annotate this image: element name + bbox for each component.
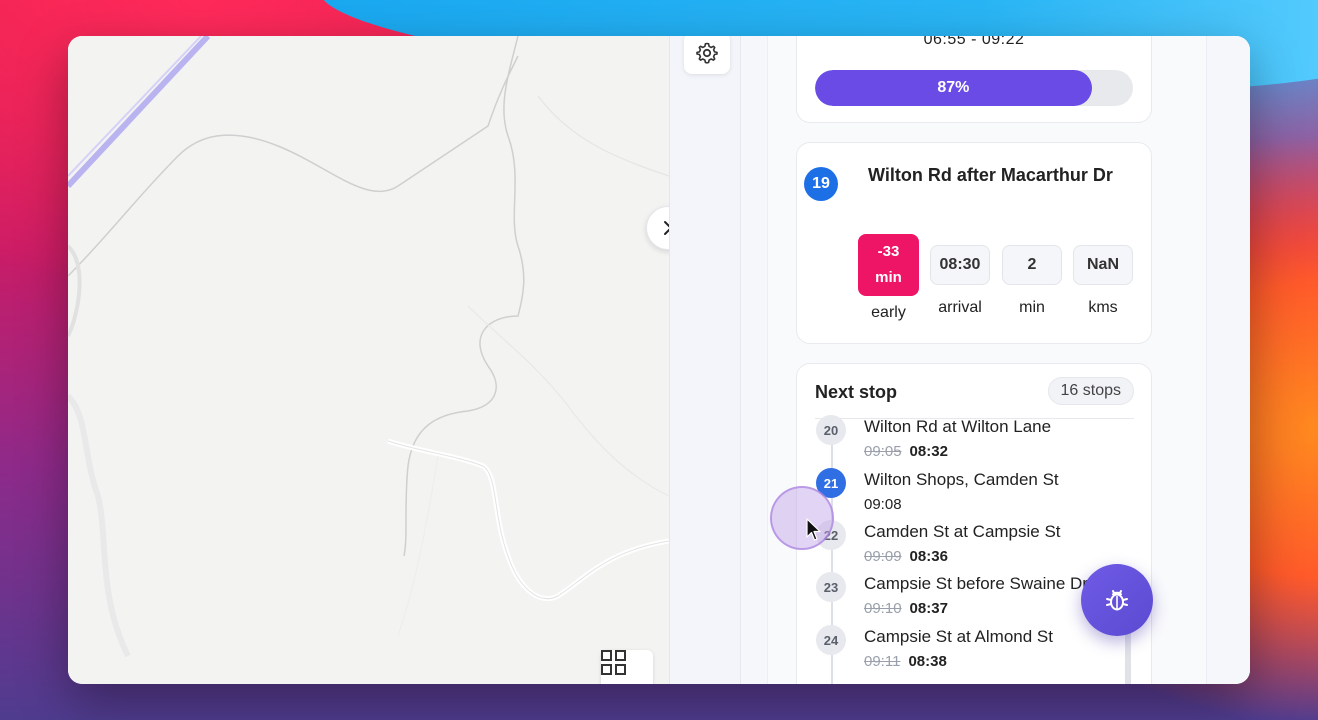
stat-arrival-label: arrival xyxy=(938,299,982,316)
tool-rail xyxy=(669,36,741,684)
stat-minutes: 2 min xyxy=(1002,245,1062,317)
stop-name: Campsie St before Swaine Dr xyxy=(864,574,1088,593)
side-panel: 06:55 - 09:22 87% 19 Wilton Rd after Mac… xyxy=(741,36,1250,684)
trip-progress-fill: 87% xyxy=(815,70,1092,106)
estimated-time: 08:32 xyxy=(909,443,948,460)
stat-early-unit: min xyxy=(875,269,902,286)
map-view[interactable] xyxy=(68,36,669,684)
current-stop-number: 19 xyxy=(804,167,838,201)
stop-times: 09:09 08:36 xyxy=(864,548,948,565)
current-stop-name: Wilton Rd after Macarthur Dr xyxy=(868,165,1113,185)
stat-minutes-value: 2 xyxy=(1002,245,1062,285)
list-item[interactable]: 24 Campsie St at Almond St 09:11 08:38 xyxy=(797,623,1137,675)
scheduled-time: 09:09 xyxy=(864,548,902,565)
scheduled-time: 09:05 xyxy=(864,443,902,460)
scheduled-time: 09:10 xyxy=(864,600,902,617)
stop-name: Campsie St at Almond St xyxy=(864,627,1053,646)
stop-times: 09:05 08:32 xyxy=(864,443,948,460)
scheduled-time: 09:11 xyxy=(864,653,901,670)
stop-name: Camden St at Campsie St xyxy=(864,522,1061,541)
stop-number: 24 xyxy=(816,625,846,655)
stat-arrival: 08:30 arrival xyxy=(930,245,990,317)
list-item[interactable]: 20 Wilton Rd at Wilton Lane 09:05 08:32 xyxy=(797,413,1137,465)
estimated-time: 08:36 xyxy=(909,548,948,565)
map-roads xyxy=(68,36,669,658)
next-stop-card[interactable]: Next stop 16 stops 20 Wilton Rd at Wilto… xyxy=(796,363,1152,684)
stop-number: 23 xyxy=(816,572,846,602)
grid-icon xyxy=(601,650,626,675)
bug-icon xyxy=(1106,590,1128,611)
stop-name: Wilton Shops, Camden St xyxy=(864,470,1059,489)
stat-distance-value: NaN xyxy=(1073,245,1133,285)
trip-time-range: 06:55 - 09:22 xyxy=(923,36,1025,48)
scheduled-time: 09:08 xyxy=(864,496,902,513)
click-indicator xyxy=(770,486,834,550)
gear-icon xyxy=(696,42,718,64)
trip-progress-card: 06:55 - 09:22 87% xyxy=(796,36,1152,123)
stop-times: 09:08 xyxy=(864,496,902,513)
trip-progress-bar: 87% xyxy=(815,70,1133,106)
list-item[interactable]: 21 Wilton Shops, Camden St 09:08 xyxy=(797,466,1137,518)
stat-minutes-label: min xyxy=(1019,299,1045,316)
list-item[interactable]: 22 Camden St at Campsie St 09:09 08:36 xyxy=(797,518,1137,570)
stat-early-number: -33 xyxy=(877,243,900,260)
stat-arrival-value: 08:30 xyxy=(930,245,990,285)
stat-early: -33 min early xyxy=(858,234,919,322)
stop-number: 20 xyxy=(816,415,846,445)
current-stop-card: 19 Wilton Rd after Macarthur Dr -33 min … xyxy=(796,142,1152,344)
next-stop-title: Next stop xyxy=(815,382,898,402)
stat-early-label: early xyxy=(871,304,906,321)
estimated-time: 08:37 xyxy=(909,600,948,617)
app-window: 06:55 - 09:22 87% 19 Wilton Rd after Mac… xyxy=(68,36,1250,684)
stop-count-badge: 16 stops xyxy=(1047,377,1134,405)
stop-name: Wilton Rd at Wilton Lane xyxy=(864,417,1052,436)
stat-distance-label: kms xyxy=(1088,299,1118,316)
estimated-time: 08:38 xyxy=(908,653,947,670)
stop-times: 09:10 08:37 xyxy=(864,600,948,617)
settings-button[interactable] xyxy=(684,36,730,74)
trip-progress-label: 87% xyxy=(937,79,970,96)
stat-distance: NaN kms xyxy=(1073,245,1133,317)
layers-grid-button[interactable] xyxy=(601,650,653,684)
stat-early-value: -33 min xyxy=(858,234,919,296)
pointer-cursor-icon xyxy=(806,518,821,541)
stop-times: 09:11 08:38 xyxy=(864,653,947,670)
report-bug-button[interactable] xyxy=(1081,564,1153,636)
